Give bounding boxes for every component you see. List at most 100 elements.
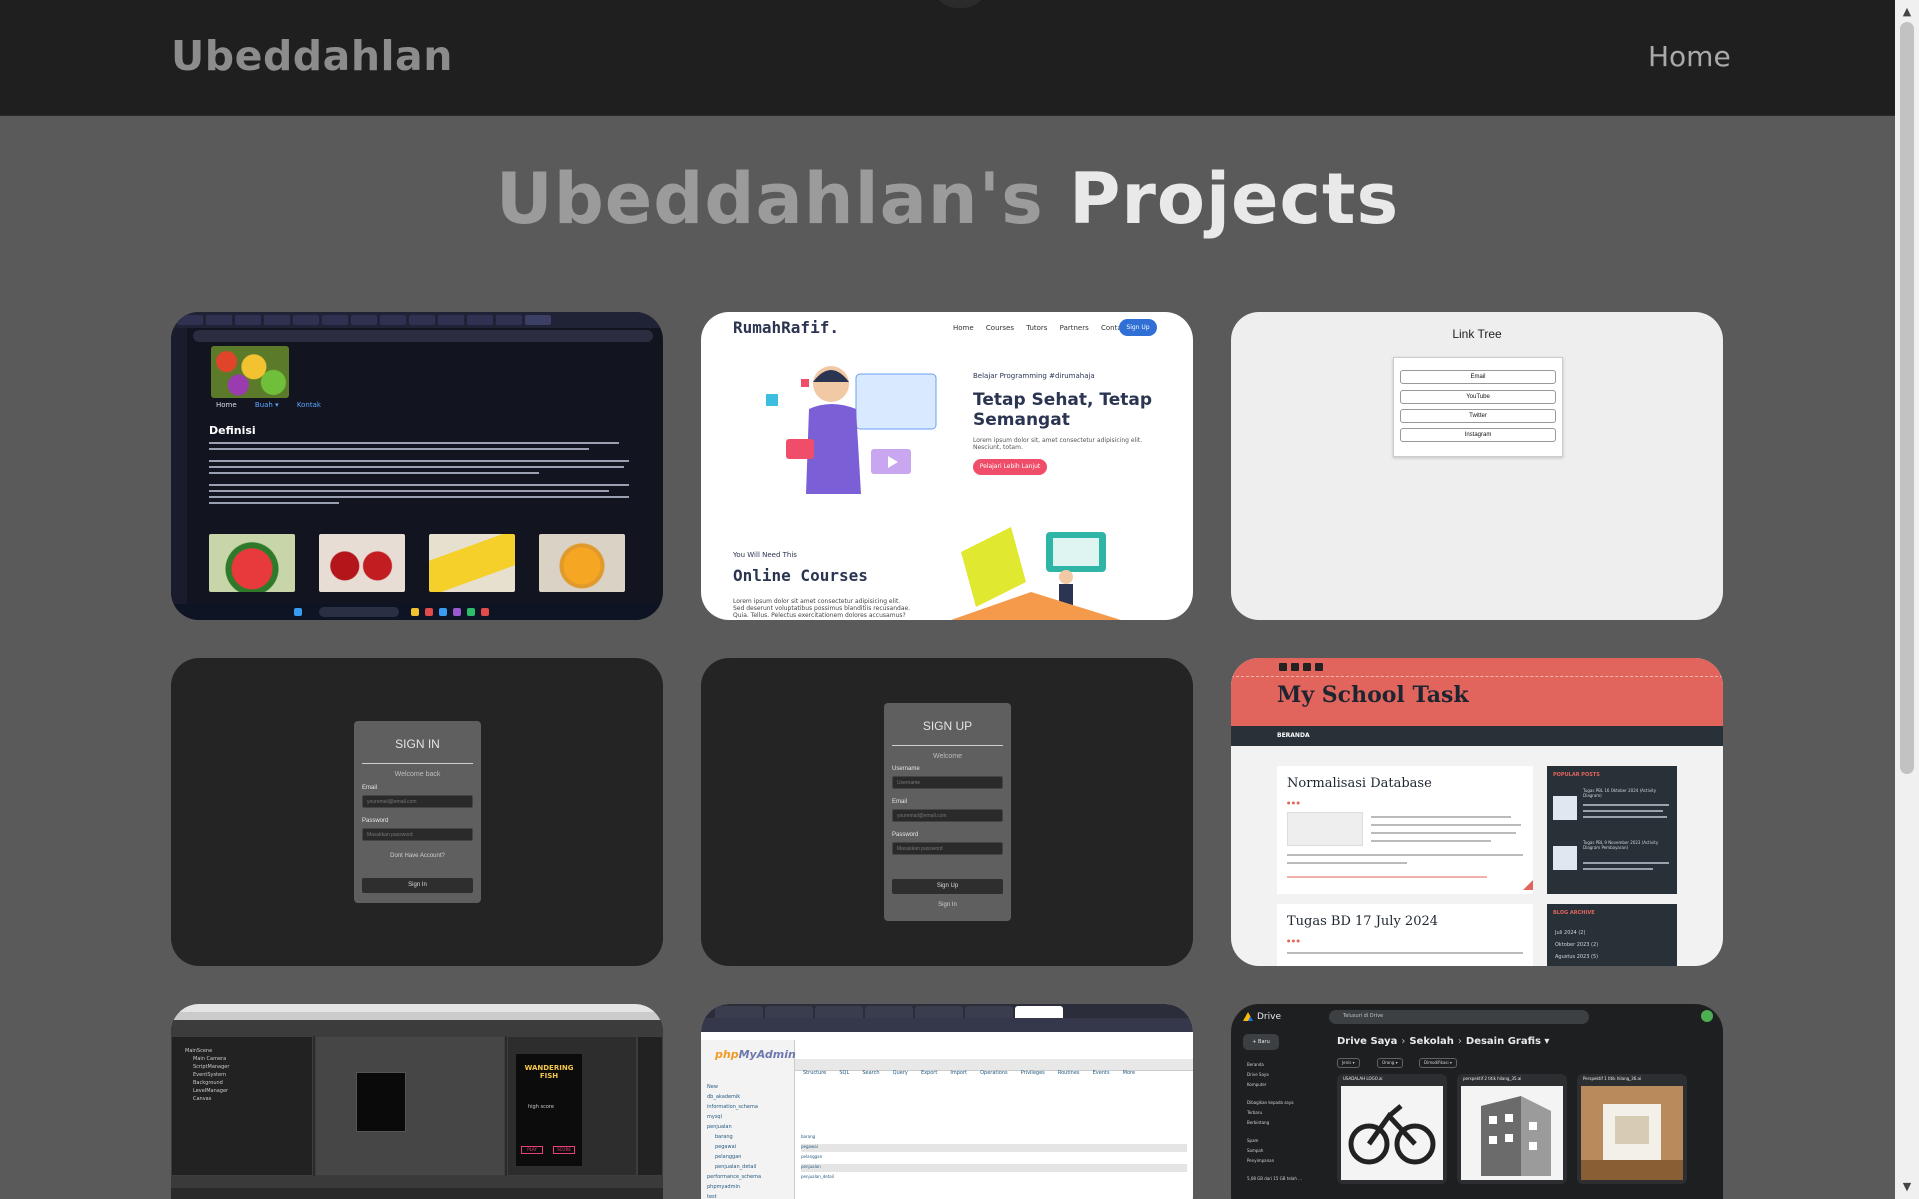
post-meta: ● ● ● — [1287, 938, 1301, 943]
form-title: SIGN IN — [395, 737, 440, 751]
file-name: USADALAH LOGO.ai — [1343, 1076, 1383, 1081]
database-item: performance_schema — [707, 1174, 762, 1180]
database-item: db_akademik — [707, 1094, 741, 1100]
scroll-up-arrow-icon[interactable]: ▲ — [1895, 2, 1919, 22]
inspector-panel — [637, 1036, 663, 1176]
text-line — [1583, 804, 1669, 806]
pma-tab: Export — [920, 1070, 938, 1076]
apple-image — [319, 534, 405, 592]
hero-lead: Lorem ipsum dolor sit, amet consectetur … — [973, 437, 1143, 451]
project-card-unity-game[interactable]: MainScene Main Camera ScriptManager Even… — [171, 1004, 663, 1199]
pma-tabs: Structure SQL Search Query Export Import… — [795, 1059, 1193, 1076]
new-button: + Baru — [1243, 1034, 1279, 1050]
table-row: pelanggan — [801, 1154, 823, 1159]
drive-nav-item: Terbaru — [1247, 1110, 1263, 1115]
drive-file: perspektif 2 titik hilang_35.ai — [1457, 1074, 1567, 1184]
database-item: test — [707, 1194, 717, 1199]
password-input: Masukkan password — [892, 842, 1003, 855]
twitter-link-button: Twitter — [1400, 409, 1556, 423]
pma-tab: Events — [1092, 1070, 1110, 1076]
address-bar — [701, 1018, 1193, 1032]
learn-more-button: Pelajari Lebih Lanjut — [973, 459, 1047, 475]
nav-item: Partners — [1059, 324, 1089, 332]
browser-tab — [965, 1006, 1013, 1018]
nav-home-link[interactable]: Home — [1648, 40, 1731, 73]
popular-post: Tugas PBL 9 November 2023 (Activity Diag… — [1583, 840, 1659, 850]
score-button: SCORE — [553, 1146, 575, 1154]
file-name: perspektif 2 titik hilang_35.ai — [1463, 1076, 1522, 1081]
page-title: Ubeddahlan's Projects — [0, 158, 1895, 240]
fruit-banner-image — [211, 346, 289, 398]
project-card-google-drive[interactable]: Drive Telusuri di Drive + Baru Drive Say… — [1231, 1004, 1723, 1199]
sign-in-link: Sign In — [938, 902, 957, 908]
drive-nav-item: Berbintang — [1247, 1120, 1270, 1125]
side-panel-rail — [1717, 1034, 1723, 1199]
project-card-sign-in[interactable]: SIGN IN Welcome back Email youremail@ema… — [171, 658, 663, 966]
project-card-sign-up[interactable]: SIGN UP Welcome Username Username Email … — [701, 658, 1193, 966]
pma-tab: Operations — [980, 1070, 1008, 1076]
file-preview-room — [1581, 1086, 1683, 1180]
form-subtitle: Welcome back — [394, 771, 441, 778]
watermelon-image — [209, 534, 295, 592]
text-line — [1583, 810, 1663, 812]
project-card-my-school-task[interactable]: My School Task BERANDA Normalisasi Datab… — [1231, 658, 1723, 966]
scene-view — [315, 1036, 505, 1176]
email-input: youremail@email.com — [892, 809, 1003, 822]
popular-thumb — [1553, 846, 1577, 870]
text-line — [1371, 832, 1516, 834]
text-line — [209, 466, 624, 468]
section-subtitle: You Will Need This — [733, 551, 797, 559]
top-navbar: Ubeddahlan Home — [0, 0, 1895, 116]
form-divider — [892, 745, 1003, 746]
rumahrafif-nav: Home Courses Tutors Partners Contact — [953, 324, 1138, 332]
drive-file: Perspektif 1 titik hilang_36.ai — [1577, 1074, 1687, 1184]
drive-file: USADALAH LOGO.ai — [1337, 1074, 1447, 1184]
rumahrafif-logo: RumahRafif. — [733, 318, 839, 337]
blog-nav-home: BERANDA — [1277, 732, 1310, 739]
text-line — [1583, 862, 1669, 864]
windows-taskbar — [171, 604, 663, 620]
browser-sidebar — [171, 328, 187, 604]
table-row: barang — [801, 1134, 816, 1139]
hierarchy-item: Canvas — [193, 1096, 212, 1102]
link-tree-box: Email YouTube Twitter Instagram — [1393, 357, 1563, 457]
blog-title: My School Task — [1277, 682, 1469, 708]
project-card-phpmyadmin[interactable]: phpMyAdmin New db_akademik information_s… — [701, 1004, 1193, 1199]
game-highscore: high score — [528, 1104, 554, 1110]
banana-image — [429, 534, 515, 592]
browser-tab-active — [1015, 1006, 1063, 1018]
scroll-down-arrow-icon[interactable]: ▼ — [1895, 1177, 1919, 1197]
blog-archive-widget: BLOG ARCHIVE Juli 2024 (2) Oktober 2023 … — [1547, 904, 1677, 966]
page-scrollbar[interactable]: ▲ ▼ — [1895, 0, 1919, 1199]
project-card-fruit-site[interactable]: Home Buah ▾ Kontak Definisi — [171, 312, 663, 620]
text-line — [209, 490, 609, 492]
username-label: Username — [892, 766, 920, 772]
project-card-rumahrafif[interactable]: RumahRafif. Home Courses Tutors Partners… — [701, 312, 1193, 620]
pma-tab: SQL — [839, 1070, 850, 1076]
hierarchy-item: ScriptManager — [193, 1064, 230, 1070]
header-dashed-line — [1231, 676, 1723, 677]
taskbar-icon — [481, 608, 489, 616]
pma-tab: Structure — [803, 1070, 827, 1076]
database-item: phpmyadmin — [707, 1184, 741, 1190]
post-corner-ribbon — [1523, 880, 1533, 890]
drive-search: Telusuri di Drive — [1329, 1010, 1589, 1024]
archive-item: Agustus 2023 (5) — [1555, 954, 1599, 960]
drive-nav-item: Sampah — [1247, 1148, 1264, 1153]
filter-chip: Orang ▾ — [1377, 1058, 1403, 1068]
pma-tab: Search — [862, 1070, 880, 1076]
address-bar — [193, 330, 653, 342]
pma-tab: Query — [892, 1070, 908, 1076]
post-title: Normalisasi Database — [1287, 776, 1432, 791]
hierarchy-item: MainScene — [185, 1048, 213, 1054]
scrollbar-thumb[interactable] — [1900, 22, 1914, 774]
project-card-link-tree[interactable]: Link Tree Email YouTube Twitter Instagra… — [1231, 312, 1723, 620]
programmer-illustration — [766, 366, 937, 494]
pma-tab: Routines — [1057, 1070, 1080, 1076]
drive-nav-item: Beranda — [1247, 1062, 1264, 1067]
blog-post: Normalisasi Database ● ● ● — [1277, 766, 1533, 894]
hierarchy-item: EventSystem — [193, 1072, 226, 1078]
brand-logo[interactable]: Ubeddahlan — [171, 32, 453, 80]
taskbar-icon — [425, 608, 433, 616]
nav-item: Home — [953, 324, 974, 332]
